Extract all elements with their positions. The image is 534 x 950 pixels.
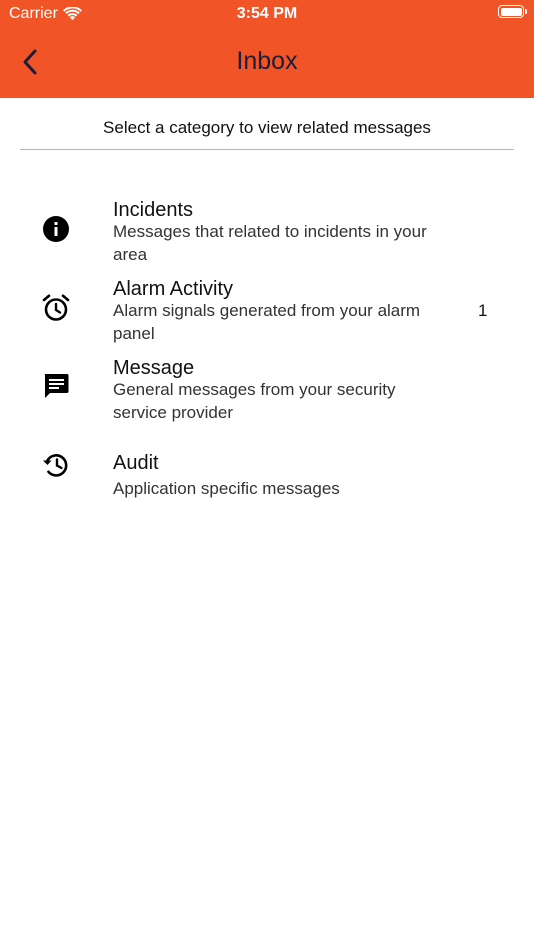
info-icon	[40, 213, 72, 245]
category-item-audit[interactable]: Audit Application specific messages	[0, 450, 534, 505]
alarm-clock-icon	[40, 292, 72, 324]
app-header: Carrier 3:54 PM Inbox	[0, 0, 534, 98]
history-icon	[40, 449, 72, 481]
category-description: Messages that related to incidents in yo…	[113, 222, 427, 264]
category-title: Incidents	[113, 199, 194, 221]
category-title: Message	[113, 357, 195, 379]
category-title: Audit	[113, 452, 159, 474]
page-title: Inbox	[236, 47, 298, 75]
category-item-message[interactable]: Message General messages from your secur…	[0, 355, 534, 425]
category-description: Application specific messages	[113, 479, 340, 498]
category-item-alarm-activity[interactable]: Alarm Activity Alarm signals generated f…	[0, 276, 534, 346]
status-time: 3:54 PM	[236, 5, 298, 22]
category-description: Alarm signals generated from your alarm …	[113, 301, 421, 343]
divider	[20, 149, 514, 150]
category-title: Alarm Activity	[113, 278, 234, 300]
category-item-incidents[interactable]: Incidents Messages that related to incid…	[0, 197, 534, 267]
battery-icon	[498, 5, 527, 18]
message-icon	[40, 370, 72, 402]
category-description: General messages from your security serv…	[113, 380, 396, 422]
category-instructions: Select a category to view related messag…	[103, 118, 431, 137]
status-bar: Carrier 3:54 PM	[0, 0, 534, 28]
unread-count: 1	[478, 301, 488, 320]
